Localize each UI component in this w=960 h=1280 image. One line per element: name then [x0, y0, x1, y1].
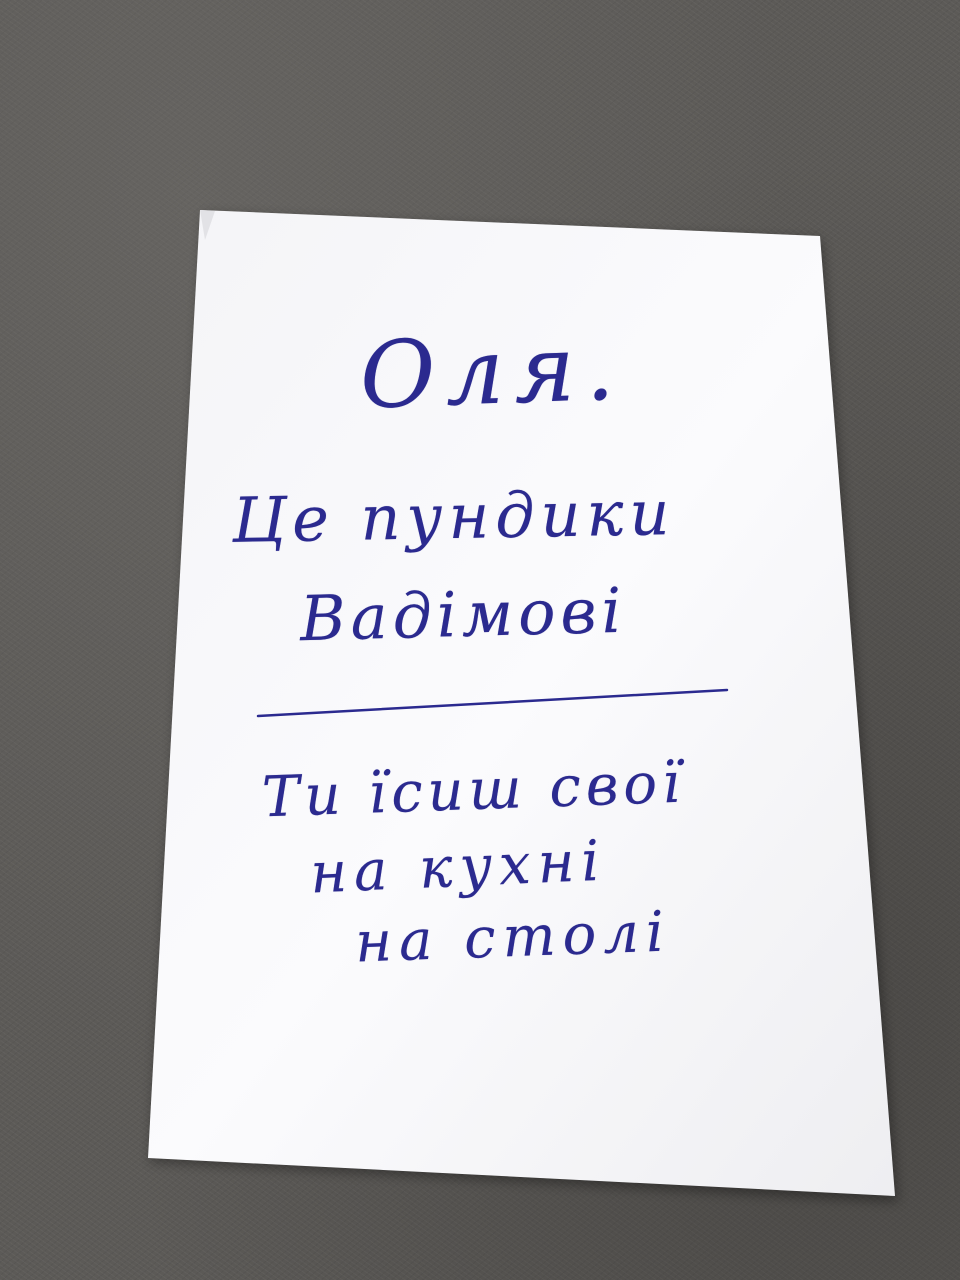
handwritten-line-2: Вадімові [299, 573, 628, 656]
handwritten-line-1: Це пундики [231, 476, 676, 557]
handwritten-line-5: на столі [353, 899, 672, 976]
handwritten-line-4: на кухні [308, 828, 608, 907]
handwritten-greeting: Оля. [358, 313, 626, 430]
